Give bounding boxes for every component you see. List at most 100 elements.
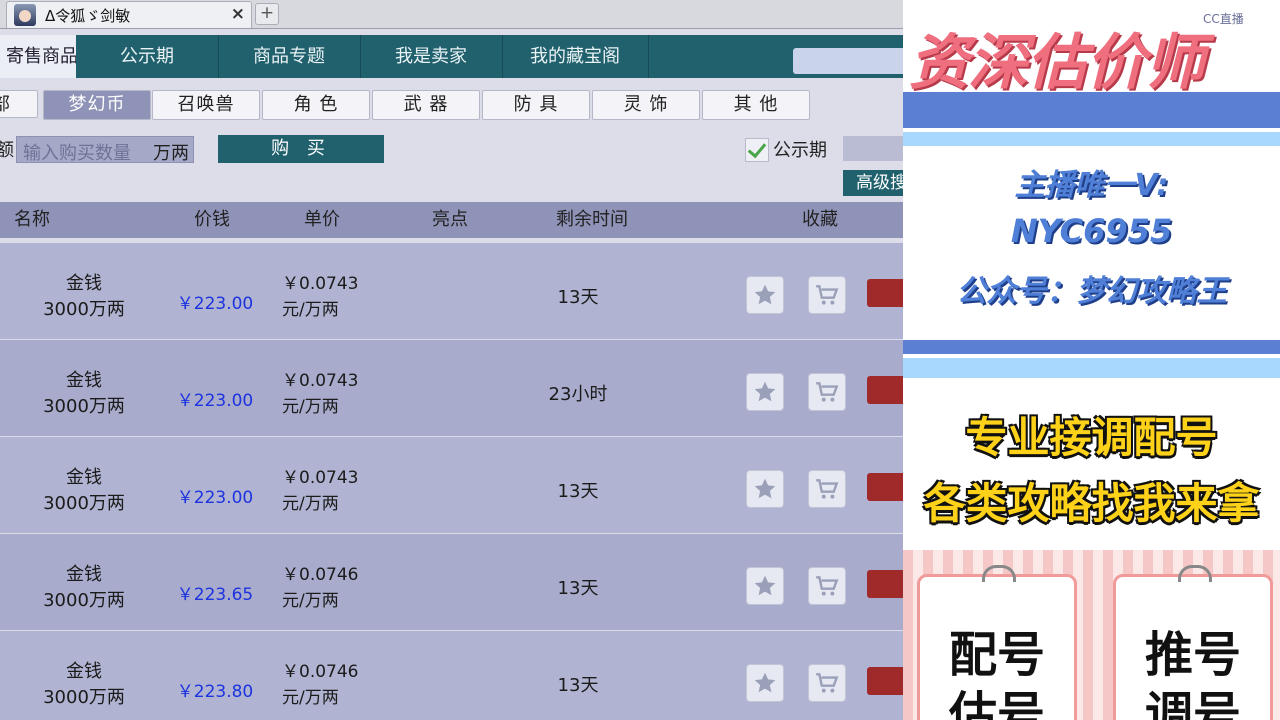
nav-search-box[interactable] — [793, 48, 903, 74]
time-left: 13天 — [557, 675, 599, 696]
item-name: 金钱 3000万两 — [20, 271, 148, 323]
item-name: 金钱 3000万两 — [20, 562, 148, 614]
unit-price: ￥0.0743 元/万两 — [282, 465, 358, 517]
header-price: 价钱 — [194, 209, 230, 230]
tab-seller[interactable]: 我是卖家 — [360, 35, 503, 78]
header-highlights: 亮点 — [432, 209, 468, 230]
add-to-cart-button[interactable] — [808, 567, 846, 605]
tab-my-treasure[interactable]: 我的藏宝阁 — [502, 35, 649, 78]
category-row: 全部 梦幻币 召唤兽 角 色 武 器 防 具 灵 饰 其 他 — [0, 84, 903, 124]
favorite-star-button[interactable] — [746, 470, 784, 508]
light-band-2 — [903, 354, 1280, 382]
category-accessories[interactable]: 灵 饰 — [592, 90, 700, 120]
category-armor[interactable]: 防 具 — [482, 90, 590, 120]
item-price: ￥223.65 — [176, 585, 254, 605]
item-name-line1: 金钱 — [66, 467, 102, 488]
streamer-overlay: 资深估价师 CC直播 主播唯一V: NYC6955 公众号：梦幻攻略王 专业接调… — [903, 0, 1280, 720]
overlay-corner-text: CC直播 — [1203, 12, 1244, 26]
item-price: ￥223.00 — [176, 391, 254, 411]
new-tab-button[interactable]: + — [255, 3, 279, 25]
unit-price-unit: 元/万两 — [282, 494, 339, 514]
card-right: 推号 调号 — [1113, 565, 1273, 720]
favorite-star-button[interactable] — [746, 664, 784, 702]
category-other[interactable]: 其 他 — [702, 90, 810, 120]
contact-line-3: 公众号：梦幻攻略王 — [956, 274, 1227, 309]
category-pets[interactable]: 召唤兽 — [152, 90, 260, 120]
quantity-unit: 万两 — [153, 143, 189, 164]
browser-tab-bar: Δ令狐ゞ剑敏 × + — [0, 0, 903, 29]
amount-label: 额 — [0, 140, 14, 161]
blue-band-2 — [903, 340, 1280, 354]
add-to-cart-button[interactable] — [808, 373, 846, 411]
yellow-slogan-2: 各类攻略找我来拿 — [923, 479, 1260, 528]
table-row[interactable]: 金钱 3000万两 ￥223.80 ￥0.0746 元/万两 13天 — [0, 631, 903, 720]
unit-price-value: ￥0.0743 — [282, 468, 359, 488]
item-name-line2: 3000万两 — [43, 299, 125, 320]
item-price: ￥223.80 — [176, 682, 254, 702]
unit-price-value: ￥0.0743 — [282, 371, 359, 391]
category-roles[interactable]: 角 色 — [262, 90, 370, 120]
card-left-line2: 估号 — [948, 687, 1045, 720]
item-price: ￥223.00 — [176, 294, 254, 314]
main-nav: 寄售商品 公示期 商品专题 我是卖家 我的藏宝阁 — [0, 35, 903, 78]
buy-button[interactable]: 购 买 — [218, 135, 384, 163]
unit-price-unit: 元/万两 — [282, 688, 339, 708]
favorite-star-button[interactable] — [746, 276, 784, 314]
item-price: ￥223.00 — [176, 488, 254, 508]
item-name: 金钱 3000万两 — [20, 659, 148, 711]
table-row[interactable]: 金钱 3000万两 ￥223.00 ￥0.0743 元/万两 23小时 — [0, 340, 903, 436]
header-favorite: 收藏 — [802, 209, 838, 230]
window-tab-title: Δ令狐ゞ剑敏 — [45, 7, 131, 25]
unit-price-unit: 元/万两 — [282, 591, 339, 611]
row-buy-button[interactable] — [867, 376, 903, 404]
quantity-placeholder: 输入购买数量 — [23, 143, 131, 164]
window-tab[interactable]: Δ令狐ゞ剑敏 × — [6, 1, 252, 28]
blue-band — [903, 92, 1280, 128]
filter-box[interactable] — [843, 136, 903, 161]
item-name: 金钱 3000万两 — [20, 368, 148, 420]
table-row[interactable]: 金钱 3000万两 ￥223.00 ￥0.0743 元/万两 13天 — [0, 437, 903, 533]
table-header: 名称 价钱 单价 亮点 剩余时间 收藏 — [0, 202, 903, 238]
buy-row: 额 输入购买数量 万两 购 买 公示期 高级搜索 — [0, 128, 903, 198]
table-row[interactable]: 金钱 3000万两 ￥223.65 ￥0.0746 元/万两 13天 — [0, 534, 903, 630]
add-to-cart-button[interactable] — [808, 276, 846, 314]
item-name-line1: 金钱 — [66, 661, 102, 682]
time-left: 23小时 — [548, 384, 608, 405]
unit-price-value: ￥0.0746 — [282, 565, 359, 585]
unit-price-unit: 元/万两 — [282, 300, 339, 320]
advanced-search-button[interactable]: 高级搜索 — [843, 170, 903, 196]
favorite-star-button[interactable] — [746, 567, 784, 605]
yellow-slogan-1: 专业接调配号 — [965, 413, 1218, 462]
tab-public-period[interactable]: 公示期 — [76, 35, 219, 78]
favorite-star-button[interactable] — [746, 373, 784, 411]
overlay-header: 资深估价师 CC直播 — [903, 0, 1280, 98]
unit-price: ￥0.0743 元/万两 — [282, 271, 358, 323]
category-all[interactable]: 全部 — [0, 90, 38, 118]
add-to-cart-button[interactable] — [808, 470, 846, 508]
unit-price: ￥0.0743 元/万两 — [282, 368, 358, 420]
add-to-cart-button[interactable] — [808, 664, 846, 702]
item-name: 金钱 3000万两 — [20, 465, 148, 517]
item-name-line1: 金钱 — [66, 564, 102, 585]
light-band — [903, 128, 1280, 150]
item-name-line2: 3000万两 — [43, 687, 125, 708]
unit-price: ￥0.0746 元/万两 — [282, 562, 358, 614]
header-time-left: 剩余时间 — [556, 209, 628, 230]
row-buy-button[interactable] — [867, 570, 903, 598]
tab-consignment[interactable]: 寄售商品 — [0, 35, 76, 78]
row-buy-button[interactable] — [867, 473, 903, 501]
game-window: Δ令狐ゞ剑敏 × + 寄售商品 公示期 商品专题 我是卖家 我的藏宝阁 全部 梦… — [0, 0, 903, 720]
category-weapons[interactable]: 武 器 — [372, 90, 480, 120]
table-row[interactable]: 金钱 3000万两 ￥223.00 ￥0.0743 元/万两 13天 — [0, 243, 903, 339]
quantity-input[interactable]: 输入购买数量 万两 — [16, 136, 194, 164]
time-left: 13天 — [557, 287, 599, 308]
overlay-contact: 主播唯一V: NYC6955 公众号：梦幻攻略王 — [903, 150, 1280, 340]
public-period-label: 公示期 — [773, 140, 827, 161]
tab-topics[interactable]: 商品专题 — [218, 35, 361, 78]
close-tab-icon[interactable]: × — [231, 4, 245, 24]
category-currency[interactable]: 梦幻币 — [43, 90, 151, 120]
public-period-checkbox[interactable] — [745, 138, 769, 162]
header-unit-price: 单价 — [304, 209, 340, 230]
row-buy-button[interactable] — [867, 667, 903, 695]
row-buy-button[interactable] — [867, 279, 903, 307]
